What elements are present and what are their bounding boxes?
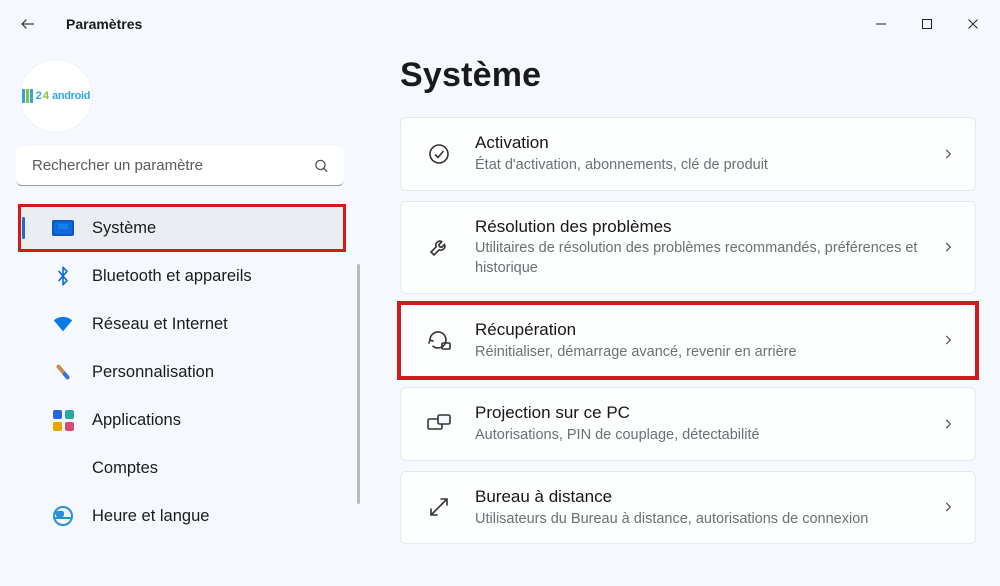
wrench-icon bbox=[425, 235, 453, 259]
brush-icon bbox=[52, 361, 74, 383]
card-subtitle: Utilisateurs du Bureau à distance, autor… bbox=[475, 510, 919, 530]
avatar[interactable]: 2 4 android bbox=[20, 60, 92, 132]
sidebar-item-label: Heure et langue bbox=[92, 507, 209, 526]
globe-icon bbox=[52, 505, 74, 527]
projection-icon bbox=[425, 413, 453, 435]
recovery-icon bbox=[425, 328, 453, 352]
card-title: Récupération bbox=[475, 319, 919, 342]
sidebar-nav: Système Bluetooth et appareils Réseau et… bbox=[0, 206, 360, 538]
chevron-right-icon bbox=[941, 147, 955, 161]
card-subtitle: Autorisations, PIN de couplage, détectab… bbox=[475, 426, 919, 446]
sidebar-item-time-language[interactable]: Heure et langue bbox=[20, 494, 344, 538]
chevron-right-icon bbox=[941, 417, 955, 431]
search-icon bbox=[313, 158, 330, 175]
monitor-icon bbox=[52, 217, 74, 239]
sidebar: 2 4 android Système bbox=[0, 48, 360, 586]
sidebar-item-label: Réseau et Internet bbox=[92, 315, 228, 334]
sidebar-item-accounts[interactable]: Comptes bbox=[20, 446, 344, 490]
setting-card-remote-desktop[interactable]: Bureau à distance Utilisateurs du Bureau… bbox=[400, 471, 976, 545]
chevron-right-icon bbox=[941, 333, 955, 347]
title-bar-left: Paramètres bbox=[10, 6, 142, 42]
sidebar-item-bluetooth[interactable]: Bluetooth et appareils bbox=[20, 254, 344, 298]
card-text: Projection sur ce PC Autorisations, PIN … bbox=[475, 402, 919, 446]
sidebar-item-label: Comptes bbox=[92, 459, 158, 478]
sidebar-item-label: Bluetooth et appareils bbox=[92, 267, 252, 286]
search-wrap bbox=[16, 146, 344, 186]
sidebar-item-personalization[interactable]: Personnalisation bbox=[20, 350, 344, 394]
chevron-right-icon bbox=[941, 240, 955, 254]
sidebar-item-label: Système bbox=[92, 219, 156, 238]
remote-icon bbox=[425, 495, 453, 519]
sidebar-item-label: Applications bbox=[92, 411, 181, 430]
wifi-icon bbox=[52, 313, 74, 335]
back-button[interactable] bbox=[10, 6, 46, 42]
close-button[interactable] bbox=[950, 5, 996, 43]
window-controls bbox=[858, 5, 996, 43]
card-text: Récupération Réinitialiser, démarrage av… bbox=[475, 319, 919, 363]
setting-card-recovery[interactable]: Récupération Réinitialiser, démarrage av… bbox=[400, 304, 976, 378]
card-subtitle: Utilitaires de résolution des problèmes … bbox=[475, 239, 919, 278]
arrow-left-icon bbox=[19, 15, 37, 33]
setting-card-projection[interactable]: Projection sur ce PC Autorisations, PIN … bbox=[400, 387, 976, 461]
bluetooth-icon bbox=[52, 265, 74, 287]
user-icon bbox=[52, 457, 74, 479]
card-text: Activation État d'activation, abonnement… bbox=[475, 132, 919, 176]
check-circle-icon bbox=[425, 142, 453, 166]
sidebar-item-network[interactable]: Réseau et Internet bbox=[20, 302, 344, 346]
sidebar-item-system[interactable]: Système bbox=[20, 206, 344, 250]
card-title: Activation bbox=[475, 132, 919, 155]
sidebar-item-label: Personnalisation bbox=[92, 363, 214, 382]
page-title: Système bbox=[400, 56, 976, 95]
card-title: Bureau à distance bbox=[475, 486, 919, 509]
card-text: Bureau à distance Utilisateurs du Bureau… bbox=[475, 486, 919, 530]
setting-card-troubleshoot[interactable]: Résolution des problèmes Utilitaires de … bbox=[400, 201, 976, 294]
maximize-button[interactable] bbox=[904, 5, 950, 43]
title-bar: Paramètres bbox=[0, 0, 1000, 48]
apps-icon bbox=[52, 409, 74, 431]
main-panel: Système Activation État d'activation, ab… bbox=[360, 48, 1000, 586]
search-input[interactable] bbox=[16, 146, 344, 186]
card-subtitle: Réinitialiser, démarrage avancé, revenir… bbox=[475, 343, 919, 363]
setting-card-activation[interactable]: Activation État d'activation, abonnement… bbox=[400, 117, 976, 191]
minimize-icon bbox=[875, 18, 887, 30]
chevron-right-icon bbox=[941, 500, 955, 514]
maximize-icon bbox=[921, 18, 933, 30]
card-title: Projection sur ce PC bbox=[475, 402, 919, 425]
app-title: Paramètres bbox=[66, 16, 142, 32]
card-subtitle: État d'activation, abonnements, clé de p… bbox=[475, 156, 919, 176]
sidebar-item-apps[interactable]: Applications bbox=[20, 398, 344, 442]
avatar-logo: 2 4 android bbox=[22, 89, 90, 103]
minimize-button[interactable] bbox=[858, 5, 904, 43]
close-icon bbox=[967, 18, 979, 30]
card-title: Résolution des problèmes bbox=[475, 216, 919, 239]
workspace: 2 4 android Système bbox=[0, 48, 1000, 586]
card-text: Résolution des problèmes Utilitaires de … bbox=[475, 216, 919, 279]
